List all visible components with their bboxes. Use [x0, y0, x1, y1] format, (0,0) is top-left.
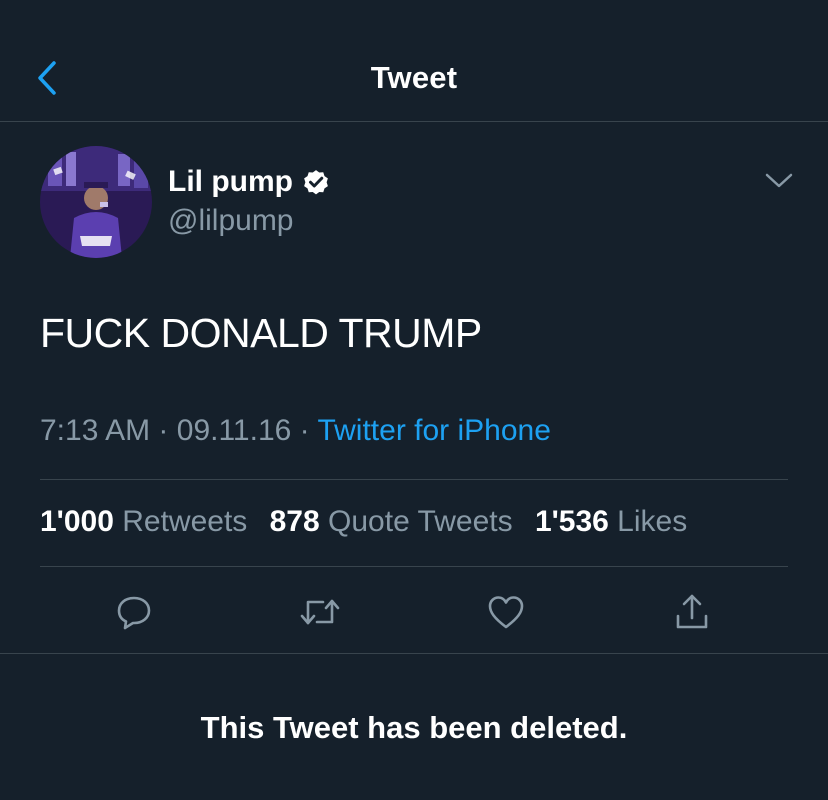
retweets-label: Retweets: [122, 505, 248, 538]
retweet-button[interactable]: [292, 584, 348, 640]
divider: [40, 479, 788, 480]
retweet-icon: [300, 599, 340, 625]
quote-tweets-label: Quote Tweets: [328, 505, 513, 538]
meta-separator: ·: [158, 414, 169, 447]
retweets-count: 1'000: [40, 505, 114, 538]
more-options-button[interactable]: [762, 168, 796, 194]
likes-label: Likes: [617, 505, 688, 538]
tweet-source-link[interactable]: Twitter for iPhone: [317, 414, 550, 447]
retweets-stat[interactable]: 1'000 Retweets: [40, 505, 247, 538]
avatar[interactable]: [40, 146, 152, 258]
deleted-notice-panel: This Tweet has been deleted.: [0, 654, 828, 800]
tweet-meta: 7:13 AM · 09.11.16 · Twitter for iPhone: [40, 414, 551, 448]
tweet-time: 7:13 AM: [40, 414, 151, 447]
like-button[interactable]: [478, 584, 534, 640]
quote-tweets-stat[interactable]: 878 Quote Tweets: [270, 505, 513, 538]
deleted-notice: This Tweet has been deleted.: [200, 710, 628, 745]
chevron-down-icon: [765, 173, 793, 188]
tweet-text: FUCK DONALD TRUMP: [40, 310, 482, 356]
share-button[interactable]: [664, 584, 720, 640]
profile-photo: [40, 146, 152, 258]
likes-stat[interactable]: 1'536 Likes: [535, 505, 687, 538]
reply-icon: [117, 596, 151, 630]
quote-tweets-count: 878: [269, 505, 320, 538]
page-title: Tweet: [370, 60, 458, 95]
author-handle[interactable]: @lilpump: [168, 204, 294, 238]
meta-separator: ·: [299, 414, 310, 447]
tweet-date: 09.11.16: [176, 414, 292, 447]
verified-badge-icon: [304, 170, 328, 195]
divider: [40, 566, 788, 567]
display-name-text: Lil pump: [168, 165, 293, 198]
heart-icon: [488, 596, 524, 629]
reply-button[interactable]: [106, 584, 162, 640]
likes-count: 1'536: [534, 505, 609, 538]
share-icon: [676, 594, 708, 629]
top-bar: Tweet: [0, 0, 828, 122]
author-name[interactable]: Lil pump: [168, 165, 331, 199]
tweet-actions: [0, 584, 828, 640]
tweet-stats: 1'000 Retweets 878 Quote Tweets 1'536 Li…: [40, 505, 701, 539]
